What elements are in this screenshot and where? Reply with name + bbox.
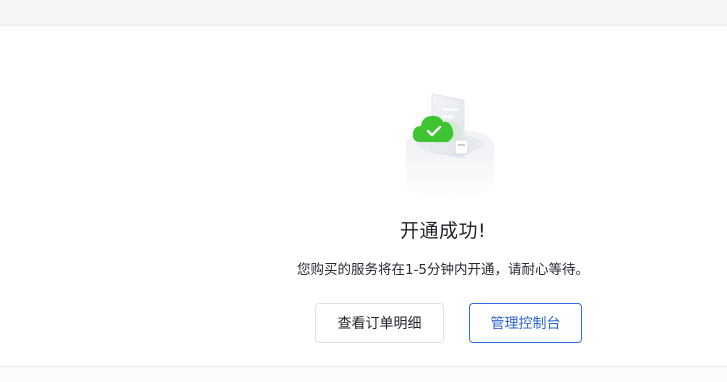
view-order-details-label: 查看订单明细	[337, 316, 422, 332]
footer-area	[0, 367, 727, 382]
cloud-check-icon	[398, 84, 502, 202]
success-title: 开通成功!	[399, 220, 487, 242]
top-header-bar	[0, 0, 727, 26]
success-page: 开通成功! 您购买的服务将在1-5分钟内开通，请耐心等待。 查看订单明细 管理控…	[0, 0, 727, 382]
management-console-label: 管理控制台	[490, 316, 561, 332]
management-console-button[interactable]: 管理控制台	[469, 303, 582, 343]
view-order-details-button[interactable]: 查看订单明细	[315, 303, 444, 343]
success-message: 您购买的服务将在1-5分钟内开通，请耐心等待。	[296, 262, 590, 278]
